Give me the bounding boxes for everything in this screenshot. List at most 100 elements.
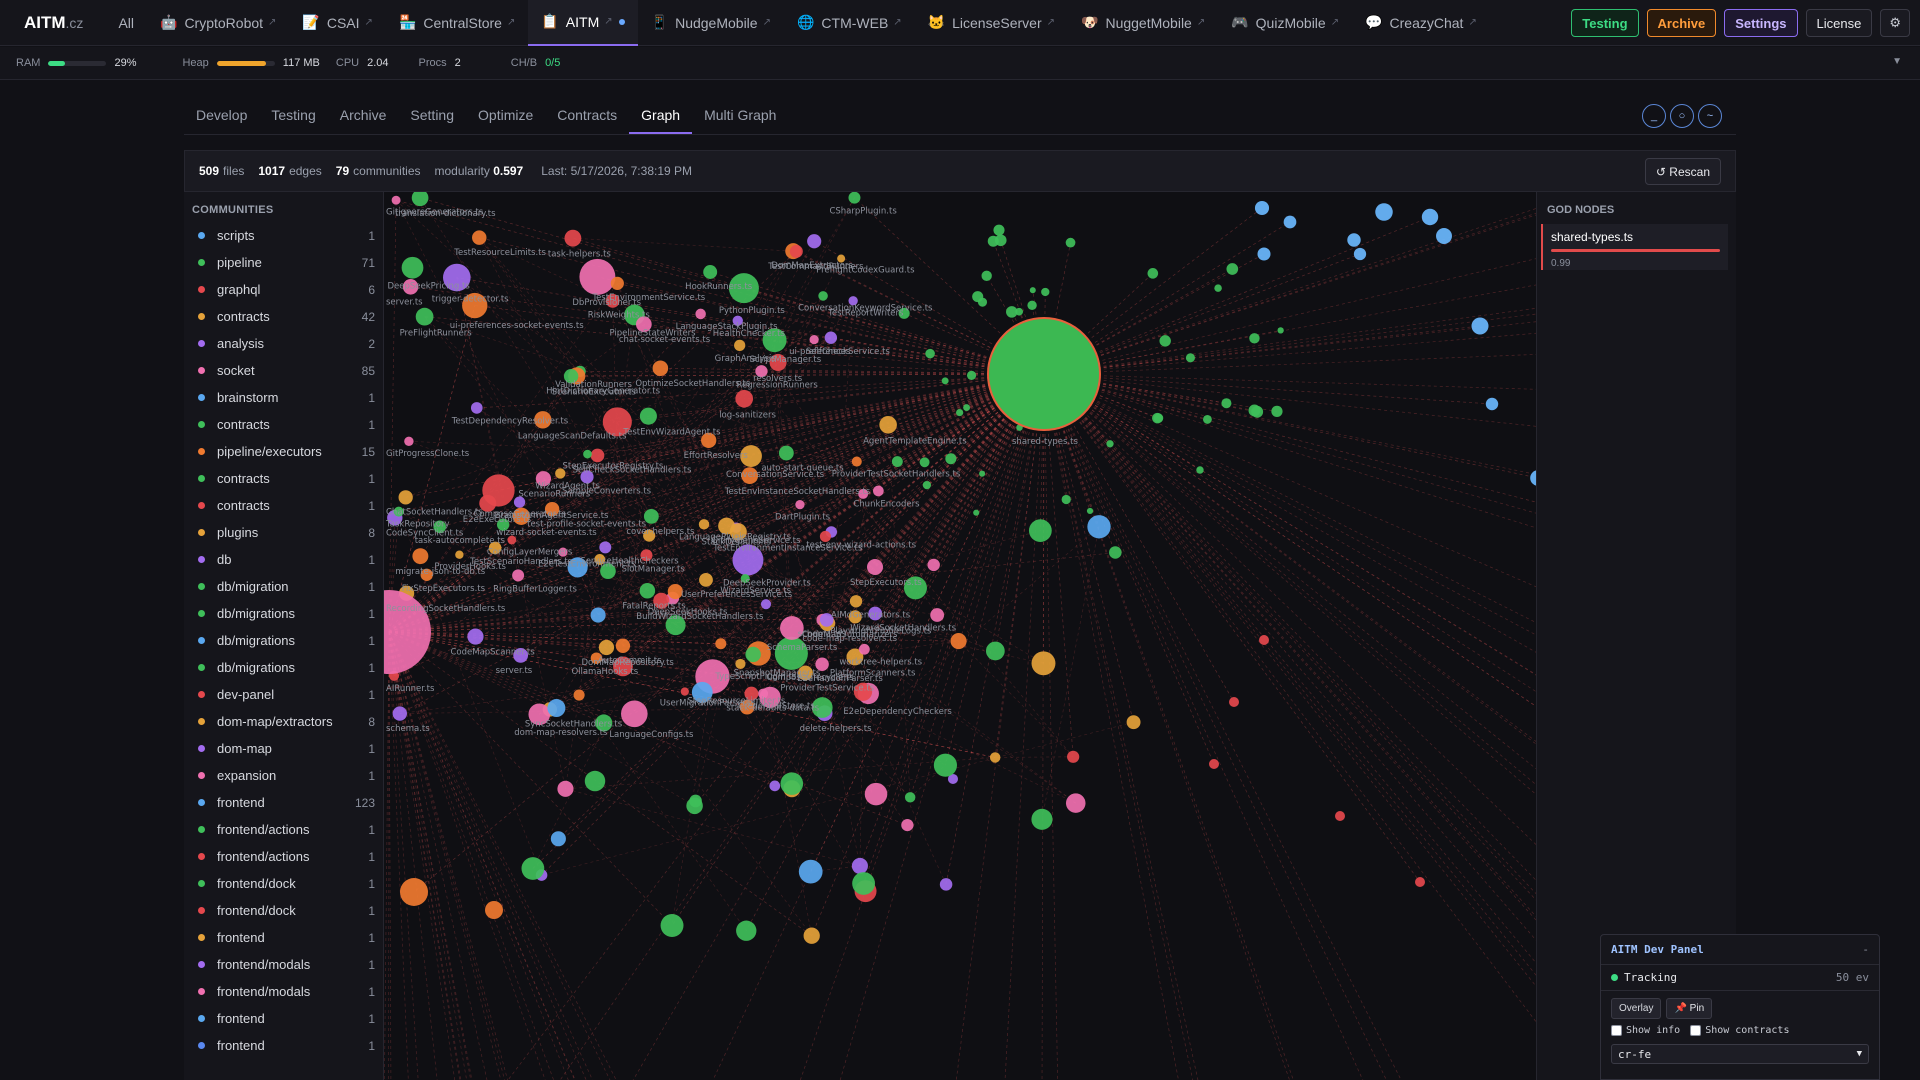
graph-node[interactable] bbox=[864, 782, 888, 806]
community-item[interactable]: db/migrations 1 bbox=[184, 627, 383, 654]
graph-node[interactable] bbox=[950, 633, 967, 650]
graph-node[interactable] bbox=[1436, 228, 1452, 244]
graph-node[interactable] bbox=[1196, 466, 1204, 474]
external-link-icon[interactable]: ↗ bbox=[893, 17, 901, 28]
graph-node[interactable] bbox=[639, 582, 656, 599]
graph-node[interactable] bbox=[699, 572, 713, 587]
community-item[interactable]: frontend/modals 1 bbox=[184, 978, 383, 1005]
graph-node[interactable] bbox=[803, 927, 820, 944]
app-logo[interactable]: AITM.cz bbox=[0, 13, 105, 33]
external-link-icon[interactable]: ↗ bbox=[763, 17, 771, 28]
show-info-checkbox[interactable]: Show info bbox=[1611, 1025, 1680, 1036]
graph-node[interactable] bbox=[1248, 404, 1261, 417]
graph-node[interactable] bbox=[547, 699, 566, 718]
graph-node[interactable] bbox=[904, 792, 916, 803]
minimize-view-button[interactable]: _ bbox=[1642, 104, 1666, 128]
project-tab-creazychat[interactable]: 💬 CreazyChat ↗ bbox=[1352, 0, 1490, 46]
graph-node[interactable] bbox=[789, 244, 803, 258]
graph-node[interactable] bbox=[384, 590, 431, 674]
graph-node[interactable] bbox=[1065, 793, 1086, 813]
graph-node[interactable] bbox=[989, 752, 1001, 763]
graph-node[interactable] bbox=[660, 914, 684, 937]
graph-node[interactable] bbox=[1277, 327, 1284, 334]
graph-node[interactable] bbox=[643, 508, 659, 524]
graph-node[interactable] bbox=[401, 256, 424, 279]
graph-node[interactable] bbox=[919, 457, 930, 468]
graph-node[interactable] bbox=[398, 490, 413, 505]
graph-node[interactable] bbox=[698, 519, 710, 530]
community-item[interactable]: expansion 1 bbox=[184, 762, 383, 789]
graph-node[interactable] bbox=[467, 628, 484, 645]
graph-node[interactable] bbox=[922, 480, 932, 490]
graph-node[interactable] bbox=[945, 453, 957, 465]
project-tab-aitm[interactable]: 📋 AITM ↗ bbox=[528, 0, 638, 46]
graph-node[interactable] bbox=[1271, 405, 1283, 417]
tab-multi-graph[interactable]: Multi Graph bbox=[692, 100, 788, 134]
graph-node[interactable] bbox=[1065, 237, 1076, 248]
graph-node[interactable] bbox=[873, 485, 884, 497]
graph-node[interactable] bbox=[1015, 307, 1024, 316]
checkbox-icon[interactable] bbox=[1611, 1025, 1622, 1036]
circle-view-button[interactable]: ○ bbox=[1670, 104, 1694, 128]
graph-node[interactable] bbox=[584, 770, 606, 792]
community-item[interactable]: contracts 42 bbox=[184, 303, 383, 330]
graph-node[interactable] bbox=[1347, 233, 1361, 247]
graph-node[interactable] bbox=[1209, 759, 1219, 769]
graph-node[interactable] bbox=[1061, 494, 1071, 505]
graph-node[interactable] bbox=[1421, 208, 1439, 226]
graph-node[interactable] bbox=[1375, 203, 1393, 221]
graph-node[interactable] bbox=[769, 780, 781, 792]
community-item[interactable]: contracts 1 bbox=[184, 492, 383, 519]
graph-node[interactable] bbox=[1249, 333, 1260, 344]
graph-node[interactable] bbox=[851, 857, 868, 874]
community-item[interactable]: frontend 1 bbox=[184, 924, 383, 951]
graph-node[interactable] bbox=[1029, 287, 1036, 294]
graph-node[interactable] bbox=[973, 509, 980, 516]
graph-node[interactable] bbox=[925, 348, 935, 359]
graph-node[interactable] bbox=[1028, 519, 1052, 543]
graph-node[interactable] bbox=[956, 408, 964, 417]
graph-node[interactable] bbox=[621, 700, 648, 728]
graph-node[interactable] bbox=[583, 449, 592, 459]
graph-node[interactable] bbox=[415, 307, 434, 326]
graph-node[interactable] bbox=[1031, 651, 1056, 676]
graph-node[interactable] bbox=[851, 456, 862, 467]
graph-node[interactable] bbox=[1159, 335, 1171, 347]
dev-panel-minimize-button[interactable]: - bbox=[1862, 943, 1869, 956]
graph-node[interactable] bbox=[564, 229, 582, 247]
testing-button[interactable]: Testing bbox=[1571, 9, 1639, 37]
graph-node[interactable] bbox=[400, 878, 428, 906]
graph-node[interactable] bbox=[809, 334, 819, 345]
community-item[interactable]: scripts 1 bbox=[184, 222, 383, 249]
graph-node[interactable] bbox=[1153, 413, 1164, 423]
gear-icon[interactable]: ⚙ bbox=[1880, 9, 1910, 37]
graph-node[interactable] bbox=[689, 794, 702, 808]
graph-node[interactable] bbox=[1106, 440, 1114, 448]
community-item[interactable]: pipeline/executors 15 bbox=[184, 438, 383, 465]
graph-node[interactable] bbox=[590, 448, 605, 463]
graph-node[interactable] bbox=[879, 416, 897, 434]
graph-node[interactable] bbox=[745, 646, 761, 663]
graph-node[interactable] bbox=[1087, 515, 1111, 539]
wave-view-button[interactable]: ~ bbox=[1698, 104, 1722, 128]
graph-node[interactable] bbox=[521, 857, 545, 880]
graph-node[interactable] bbox=[939, 878, 953, 891]
external-link-icon[interactable]: ↗ bbox=[268, 17, 276, 28]
graph-node[interactable] bbox=[455, 550, 464, 559]
community-item[interactable]: dev-panel 1 bbox=[184, 681, 383, 708]
graph-node[interactable] bbox=[1353, 247, 1367, 261]
external-link-icon[interactable]: ↗ bbox=[1047, 17, 1055, 28]
graph-node[interactable] bbox=[993, 224, 1005, 236]
community-item[interactable]: pipeline 71 bbox=[184, 249, 383, 276]
graph-node[interactable] bbox=[987, 235, 999, 247]
community-item[interactable]: socket 85 bbox=[184, 357, 383, 384]
graph-node[interactable] bbox=[411, 192, 429, 207]
graph-node[interactable] bbox=[760, 599, 772, 610]
graph-node[interactable] bbox=[735, 389, 754, 408]
graph-node[interactable] bbox=[734, 339, 746, 352]
graph-node[interactable] bbox=[1109, 546, 1122, 559]
tab-archive[interactable]: Archive bbox=[328, 100, 399, 134]
graph-node[interactable] bbox=[1485, 397, 1499, 411]
graph-node[interactable] bbox=[470, 402, 483, 414]
community-item[interactable]: dom-map/extractors 8 bbox=[184, 708, 383, 735]
